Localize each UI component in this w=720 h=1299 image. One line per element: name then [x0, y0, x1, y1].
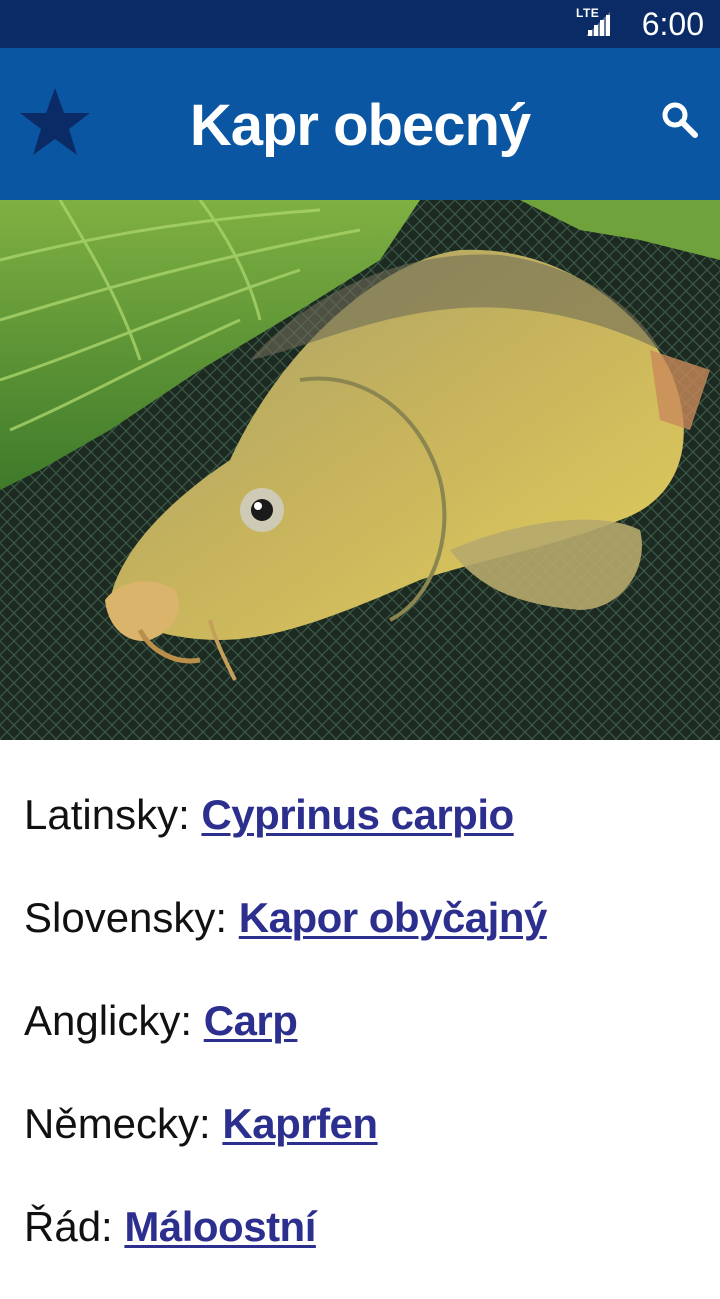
search-icon[interactable]	[660, 100, 700, 140]
info-row-german: Německy: Kaprfen	[24, 1093, 704, 1155]
info-label-order: Řád:	[24, 1203, 113, 1250]
info-label-german: Německy:	[24, 1100, 211, 1147]
status-bar: LTE 6:00	[0, 0, 720, 48]
clock: 6:00	[641, 6, 704, 42]
info-row-latin: Latinsky: Cyprinus carpio	[24, 784, 704, 846]
star-icon[interactable]	[18, 86, 92, 158]
info-label-english: Anglicky:	[24, 997, 193, 1044]
link-order[interactable]: Máloostní	[124, 1203, 316, 1250]
link-german-name[interactable]: Kaprfen	[222, 1100, 378, 1147]
info-row-slovak: Slovensky: Kapor obyčajný	[24, 887, 704, 949]
info-row-english: Anglicky: Carp	[24, 990, 704, 1052]
info-row-order: Řád: Máloostní	[24, 1196, 704, 1258]
info-label-slovak: Slovensky:	[24, 894, 228, 941]
link-english-name[interactable]: Carp	[204, 997, 298, 1044]
page-title: Kapr obecný	[189, 93, 531, 158]
fish-info-list: Latinsky: Cyprinus carpio Slovensky: Kap…	[24, 784, 704, 1299]
fish-photo-image	[0, 200, 720, 740]
info-label-latin: Latinsky:	[24, 791, 190, 838]
fish-photo	[0, 200, 720, 740]
link-slovak-name[interactable]: Kapor obyčajný	[239, 894, 548, 941]
signal-icon	[586, 12, 610, 36]
link-latin-name[interactable]: Cyprinus carpio	[201, 791, 514, 838]
app-bar: Kapr obecný	[0, 48, 720, 200]
